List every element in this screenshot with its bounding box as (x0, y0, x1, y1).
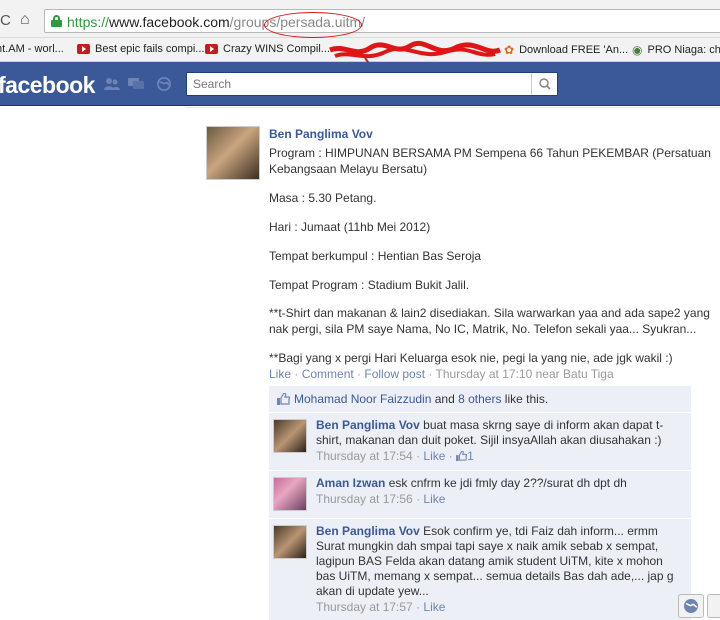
facebook-logo[interactable]: facebook (0, 72, 95, 99)
bookmark-item[interactable]: ◉ PRO Niaga: cha (632, 43, 720, 57)
comment-like-link[interactable]: Like (423, 449, 445, 463)
post-line: Tempat berkumpul : Hentian Bas Seroja (269, 249, 482, 263)
post-actions: Like · Comment · Follow post · Thursday … (269, 366, 720, 382)
browser-toolbar: C ⌂ https://www.facebook.com/groups/pers… (0, 0, 720, 38)
comment-time[interactable]: Thursday at 17:54 (316, 449, 413, 463)
chat-globe-button[interactable] (678, 594, 704, 618)
globe-icon (684, 599, 698, 613)
author-avatar[interactable] (206, 126, 260, 180)
likes-others-link[interactable]: 8 others (458, 392, 501, 406)
comment-time[interactable]: Thursday at 17:57 (316, 600, 413, 614)
comment-time[interactable]: Thursday at 17:56 (316, 492, 413, 506)
separator: · (291, 367, 302, 381)
post-line: Hari : Jumaat (11hb Mei 2012) (269, 220, 431, 234)
comment-meta: Thursday at 17:54 · Like · 1 (316, 449, 474, 463)
comment-like-link[interactable]: Like (423, 492, 445, 506)
comment-author[interactable]: Ben Panglima Vov (316, 524, 420, 538)
notifications-globe-icon[interactable] (156, 77, 172, 91)
comment-item: Ben Panglima Vov Esok confirm ye, tdi Fa… (269, 518, 691, 620)
lock-icon (51, 15, 62, 27)
post-timestamp[interactable]: Thursday at 17:10 near Batu Tiga (436, 367, 614, 381)
commenter-avatar[interactable] (273, 477, 307, 511)
friend-requests-icon[interactable] (104, 77, 120, 91)
comment-item: Aman Izwan esk cnfrm ke jdi fmly day 2??… (269, 470, 691, 518)
post-line: Tempat Program : Stadium Bukit Jalil. (269, 278, 470, 292)
url-scheme: https:// (67, 14, 110, 30)
content-divider (186, 107, 720, 108)
separator: · (353, 367, 365, 381)
bookmark-label: Download FREE 'An... (519, 44, 629, 56)
url-host: www.facebook.com (109, 14, 230, 30)
globe-icon: ◉ (632, 43, 643, 57)
comment-like-link[interactable]: Like (423, 600, 445, 614)
search-input[interactable] (187, 73, 527, 95)
address-bar[interactable]: https://www.facebook.com/groups/persada.… (44, 9, 720, 33)
commenter-avatar[interactable] (273, 419, 307, 453)
youtube-icon (77, 44, 90, 54)
comment-author[interactable]: Aman Izwan (316, 476, 385, 490)
comment-like-count[interactable]: 1 (456, 449, 474, 463)
chat-button-edge[interactable] (707, 594, 720, 618)
bookmark-label: Best epic fails compi... (95, 43, 205, 55)
thumbs-up-icon (277, 393, 290, 405)
youtube-icon (205, 44, 218, 54)
likes-summary: Mohamad Noor Faizzudin and 8 others like… (269, 386, 691, 413)
comment-text: esk cnfrm ke jdi fmly day 2??/surat dh d… (388, 476, 627, 490)
comment-item: Ben Panglima Vov buat masa skrng saye di… (269, 412, 691, 470)
search-button[interactable] (531, 73, 557, 95)
comment-author[interactable]: Ben Panglima Vov (316, 418, 420, 432)
search-icon (539, 78, 551, 90)
search-box (186, 72, 558, 96)
red-annotation-circle (264, 12, 362, 38)
follow-post-link[interactable]: Follow post (364, 367, 425, 381)
reload-icon[interactable]: C (0, 12, 11, 29)
like-link[interactable]: Like (269, 367, 291, 381)
comments-list: Ben Panglima Vov buat masa skrng saye di… (269, 412, 691, 620)
like-count: 1 (467, 449, 474, 463)
messages-icon[interactable] (128, 77, 144, 91)
bookmark-label: PRO Niaga: cha (647, 44, 720, 56)
comment-meta: Thursday at 17:56 · Like (316, 492, 446, 506)
facebook-header: facebook (0, 62, 720, 106)
post-body: Ben Panglima Vov Program : HIMPUNAN BERS… (269, 126, 720, 382)
post-line: Program : HIMPUNAN BERSAMA PM Sempena 66… (269, 146, 715, 176)
likes-suffix: like this. (501, 392, 549, 406)
commenter-avatar[interactable] (273, 525, 307, 559)
post-line: **t-Shirt dan makanan & lain2 disediakan… (269, 306, 714, 336)
liker-name[interactable]: Mohamad Noor Faizzudin (294, 392, 431, 406)
home-icon[interactable]: ⌂ (20, 11, 30, 29)
bookmark-item[interactable]: ✿ Download FREE 'An... (504, 43, 628, 57)
bookmark-item[interactable]: Crazy WINS Compil... (205, 43, 330, 55)
bookmark-item[interactable]: nt.AM - worl... (0, 43, 64, 55)
bookmark-label: Crazy WINS Compil... (223, 43, 330, 55)
thumbs-up-icon (456, 450, 468, 461)
swirl-icon: ✿ (504, 43, 515, 57)
likes-and: and (431, 392, 459, 406)
comment-link[interactable]: Comment (302, 367, 354, 381)
bookmark-item[interactable]: Best epic fails compi... (77, 43, 204, 55)
separator: · (425, 367, 436, 381)
bookmark-label: nt.AM - worl... (0, 43, 64, 55)
post-author[interactable]: Ben Panglima Vov (269, 126, 720, 142)
comment-meta: Thursday at 17:57 · Like (316, 600, 446, 614)
post-line: Masa : 5.30 Petang. (269, 191, 377, 205)
post-line: **Bagi yang x pergi Hari Keluarga esok n… (269, 351, 673, 365)
